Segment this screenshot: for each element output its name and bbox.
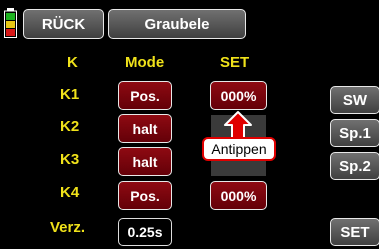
screen: RÜCK Graubele K Mode SET K1 K2 K3 K4 Ver… xyxy=(0,0,379,249)
mode-button-k4[interactable]: Pos. xyxy=(118,181,172,210)
model-title-button[interactable]: Graubele xyxy=(108,9,246,39)
memory-2-button[interactable]: Sp.2 xyxy=(330,152,379,180)
row-label-k1: K1 xyxy=(60,86,80,103)
mode-button-k3[interactable]: halt xyxy=(118,147,172,176)
column-header-set: SET xyxy=(220,54,250,71)
battery-icon xyxy=(4,8,17,38)
memory-1-button[interactable]: Sp.1 xyxy=(330,119,379,147)
back-button[interactable]: RÜCK xyxy=(23,9,104,39)
tap-hint-callout: Antippen xyxy=(202,137,276,161)
mode-button-k1[interactable]: Pos. xyxy=(118,81,172,110)
row-label-k2: K2 xyxy=(60,118,80,135)
row-label-k4: K4 xyxy=(60,184,80,201)
set-value-button-k4[interactable]: 000% xyxy=(210,181,267,210)
column-header-mode: Mode xyxy=(125,54,165,71)
set-button[interactable]: SET xyxy=(330,218,379,246)
row-label-verz: Verz. xyxy=(50,219,86,236)
switch-button[interactable]: SW xyxy=(330,86,379,114)
row-label-k3: K3 xyxy=(60,151,80,168)
column-header-k: K xyxy=(67,54,78,71)
mode-button-k2[interactable]: halt xyxy=(118,114,172,143)
set-value-button-k1[interactable]: 000% xyxy=(210,81,267,110)
up-arrow-icon xyxy=(223,110,253,140)
delay-value-button[interactable]: 0.25s xyxy=(118,218,172,246)
